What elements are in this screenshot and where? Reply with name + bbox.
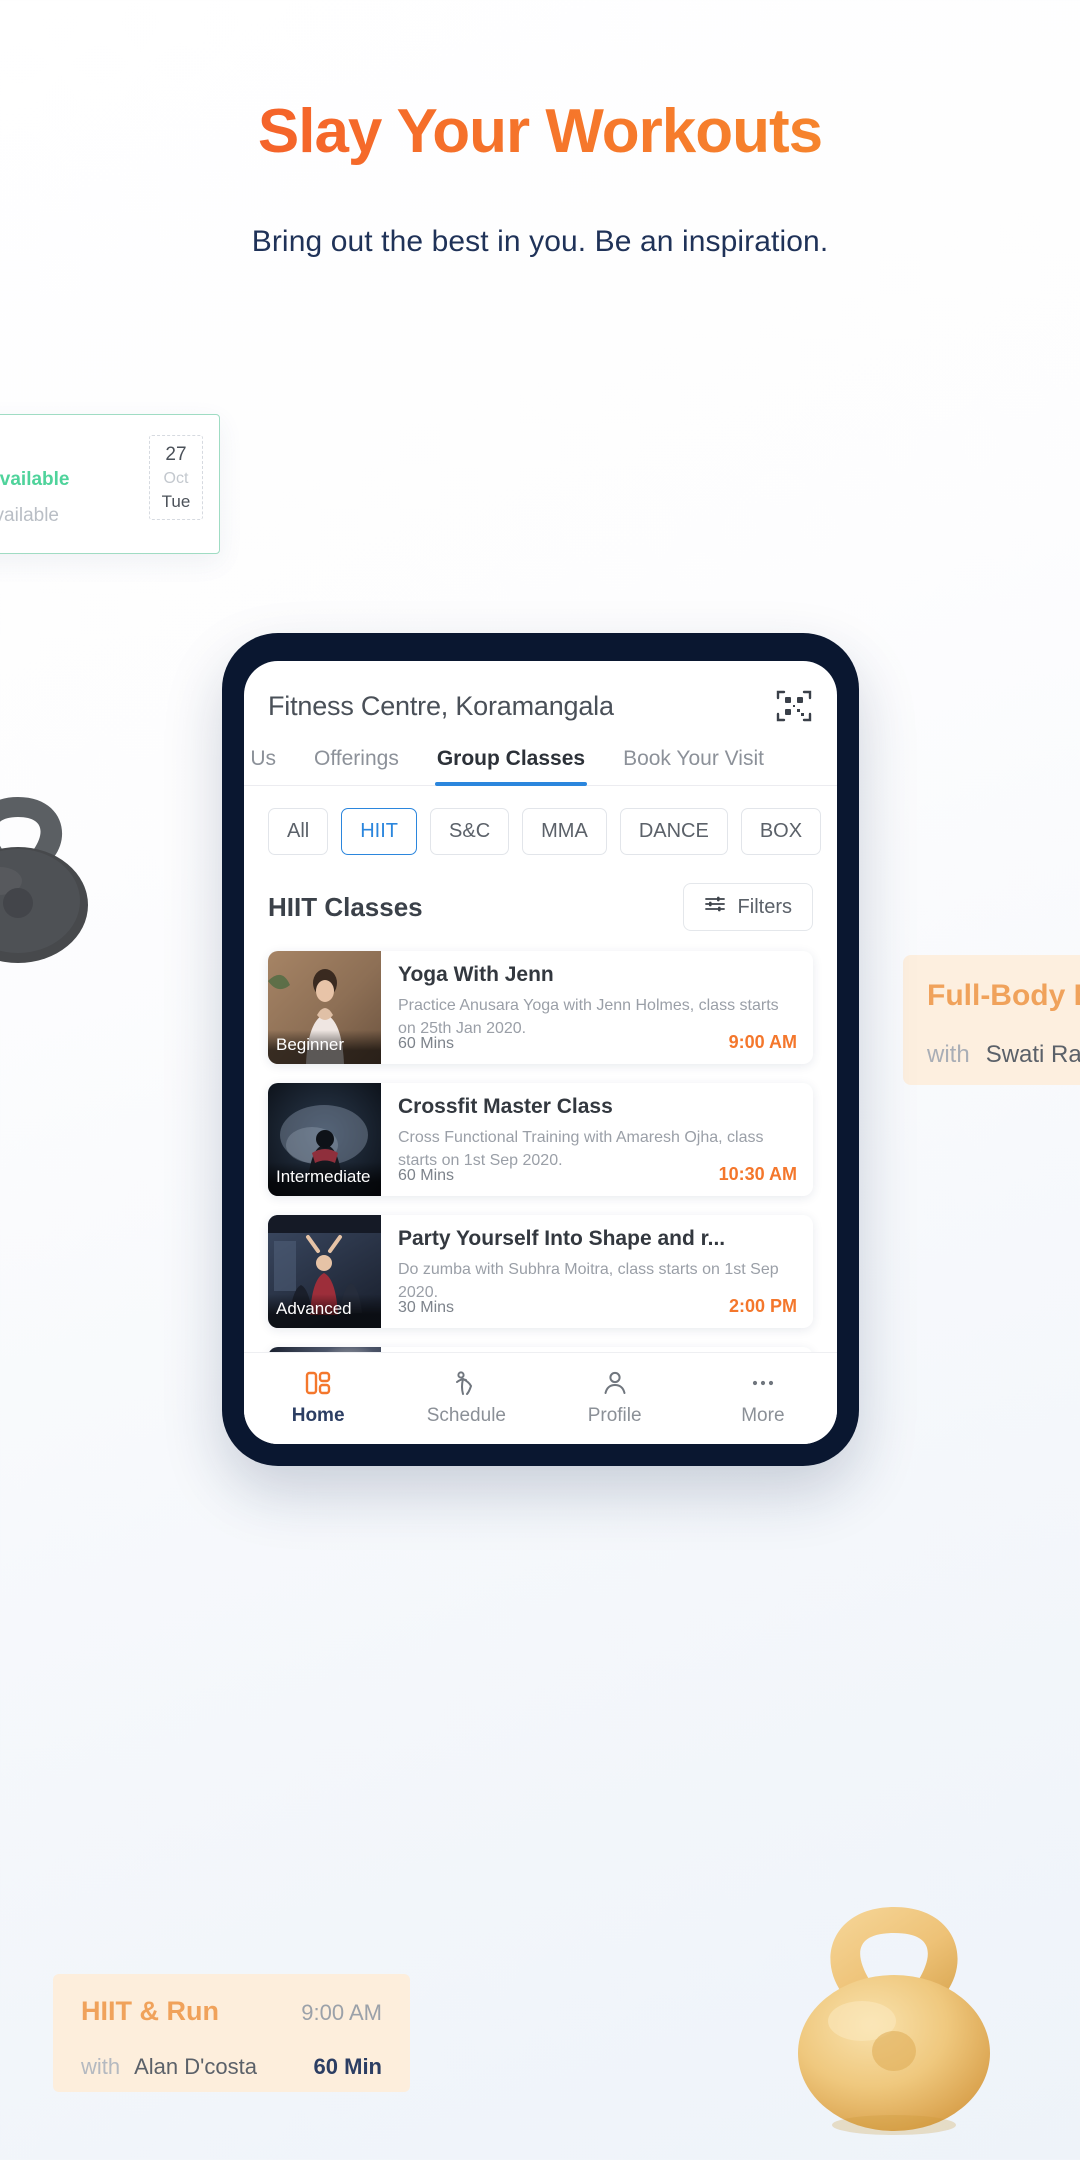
nav-item-profile[interactable]: Profile: [541, 1370, 689, 1427]
phone-screen: Fitness Centre, Koramangala Us Offerings…: [244, 661, 837, 1444]
class-level-badge: Intermediate: [268, 1162, 381, 1196]
date-month: Oct: [163, 470, 189, 487]
kettlebell-gold-illustration: [790, 1885, 1050, 2135]
class-card-body: Crossfit Master Class Cross Functional T…: [381, 1083, 813, 1196]
class-duration: 60 Mins: [398, 1167, 455, 1184]
app-header-title: Fitness Centre, Koramangala: [268, 690, 614, 721]
chip-sc[interactable]: S&C: [430, 808, 510, 855]
bottom-card-top-row: HIIT & Run 9:00 AM: [81, 1996, 382, 2027]
class-duration: 60 Mins: [398, 1035, 455, 1052]
right-card-with-label: with: [927, 1041, 970, 1068]
right-card-title: Full-Body Boxing workout: [927, 979, 1080, 1012]
floating-class-card-bottom: HIIT & Run 9:00 AM with Alan D'costa 60 …: [53, 1974, 410, 2092]
nav-item-more[interactable]: More: [689, 1370, 837, 1427]
class-card-body: Yoga With Jenn Practice Anusara Yoga wit…: [381, 951, 813, 1064]
app-tab-bar: About Us Offerings Group Classes Book Yo…: [244, 747, 837, 786]
class-card[interactable]: Intermediate Crossfit Master Class Cross…: [268, 1083, 813, 1196]
date-weekday: Tue: [161, 492, 191, 511]
filters-button[interactable]: Filters: [682, 883, 813, 931]
class-card-footer: 60 Mins 9:00 AM: [398, 1032, 797, 1053]
class-duration: 30 Mins: [398, 1299, 455, 1316]
class-title: Yoga With Jenn: [398, 963, 554, 986]
bottom-card-title: HIIT & Run: [81, 1996, 219, 2026]
date-day-number: 27: [165, 444, 187, 465]
right-card-instructor-row: with Swati Rawat: [927, 1041, 1080, 1069]
section-title: HIIT Classes: [268, 891, 423, 922]
tab-offerings[interactable]: Offerings: [312, 747, 401, 785]
chip-box[interactable]: BOX: [740, 808, 822, 855]
bottom-card-duration: 60 Min: [313, 2054, 382, 2079]
section-header: HIIT Classes Filters: [244, 855, 837, 931]
bottom-card-with-label: with: [81, 2054, 121, 2079]
schedule-card-time: 9:00 AM: [0, 433, 149, 455]
class-time: 2:00 PM: [728, 1296, 797, 1316]
phone-mockup: Fitness Centre, Koramangala Us Offerings…: [222, 633, 859, 1466]
right-card-instructor: Swati Rawat: [985, 1041, 1080, 1068]
class-level-badge: Advanced: [268, 1294, 381, 1328]
sliders-icon: [704, 895, 726, 919]
nav-label-home: Home: [291, 1405, 345, 1426]
class-card-footer: 60 Mins 10:30 AM: [398, 1164, 797, 1185]
class-title: Crossfit Master Class: [398, 1095, 613, 1118]
tab-book-your-visit[interactable]: Book Your Visit: [621, 747, 766, 785]
person-icon: [602, 1370, 628, 1396]
bottom-navigation: Home Schedule Profile More: [244, 1352, 837, 1444]
schedule-card-date: 27 Oct Tue: [149, 435, 203, 520]
class-level-badge: Beginner: [268, 1030, 381, 1064]
chip-mma[interactable]: MMA: [522, 808, 607, 855]
grid-icon: [305, 1370, 331, 1396]
class-thumbnail: Beginner: [268, 951, 381, 1064]
ellipsis-icon: [750, 1370, 776, 1396]
chip-hiit[interactable]: HIIT: [341, 808, 418, 855]
floating-class-card-right: Full-Body Boxing workout with Swati Rawat: [903, 955, 1080, 1085]
schedule-card-spots-available: 10 Spots Available: [0, 469, 70, 490]
chip-all[interactable]: All: [268, 808, 329, 855]
tab-group-classes[interactable]: Group Classes: [434, 747, 588, 786]
class-card[interactable]: Advanced Full-Body Boxing workout Kickbo…: [268, 1347, 813, 1352]
class-thumbnail: Advanced: [268, 1215, 381, 1328]
nav-label-profile: Profile: [587, 1405, 642, 1426]
filters-button-label: Filters: [737, 895, 792, 918]
kettlebell-grey-illustration: [0, 775, 112, 965]
class-card-body: Full-Body Boxing workout Kickboxing with…: [381, 1347, 813, 1352]
class-card-footer: 30 Mins 2:00 PM: [398, 1296, 797, 1317]
class-thumbnail: Intermediate: [268, 1083, 381, 1196]
class-card[interactable]: Advanced Party Yourself Into Shape and r…: [268, 1215, 813, 1328]
schedule-card-spots-secondary: 10 Spots Available: [0, 505, 59, 526]
bottom-card-instructor-group: with Alan D'costa: [81, 2054, 257, 2080]
nav-label-more: More: [741, 1405, 785, 1426]
nav-item-schedule[interactable]: Schedule: [392, 1370, 540, 1427]
qr-scan-icon[interactable]: [775, 687, 813, 725]
schedule-card-info: 9:00 AM 10 Spots Available 10 Spots Avai…: [0, 433, 149, 527]
page-title: Slay Your Workouts: [0, 96, 1080, 167]
class-card[interactable]: Beginner Yoga With Jenn Practice Anusara…: [268, 951, 813, 1064]
yoga-pose-icon: [453, 1370, 479, 1396]
page-subtitle: Bring out the best in you. Be an inspira…: [251, 225, 829, 258]
nav-label-schedule: Schedule: [426, 1405, 506, 1426]
class-list[interactable]: Beginner Yoga With Jenn Practice Anusara…: [244, 931, 837, 1352]
bottom-card-time: 9:00 AM: [301, 2000, 382, 2025]
class-thumbnail: Advanced: [268, 1347, 381, 1352]
hero-section: Slay Your Workouts Bring out the best in…: [0, 0, 1080, 259]
class-title: Party Yourself Into Shape and r...: [398, 1227, 726, 1250]
class-card-body: Party Yourself Into Shape and r... Do zu…: [381, 1215, 813, 1328]
class-time: 9:00 AM: [728, 1032, 797, 1052]
bottom-card-instructor: Alan D'costa: [134, 2054, 257, 2079]
category-chip-row: All HIIT S&C MMA DANCE BOX: [244, 786, 837, 855]
app-header: Fitness Centre, Koramangala: [244, 661, 837, 725]
tab-about-us[interactable]: About Us: [252, 747, 278, 785]
chip-dance[interactable]: DANCE: [619, 808, 728, 855]
nav-item-home[interactable]: Home: [244, 1370, 392, 1427]
class-time: 10:30 AM: [718, 1164, 797, 1184]
bottom-card-bottom-row: with Alan D'costa 60 Min: [81, 2054, 382, 2080]
floating-schedule-card: 9:00 AM 10 Spots Available 10 Spots Avai…: [0, 414, 220, 554]
